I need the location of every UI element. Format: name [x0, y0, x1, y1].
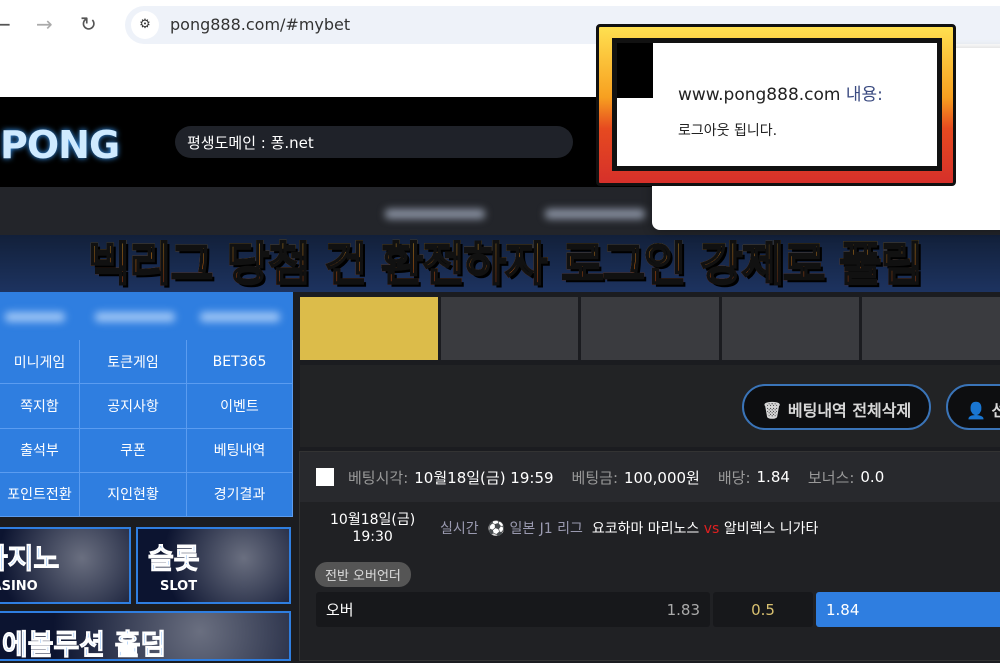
casino-banner[interactable]: 카지노 CASINO: [0, 527, 131, 604]
bet-tools: 🗑 베팅내역 전체삭제 👤 선: [300, 365, 1000, 447]
menu-item[interactable]: 쿠폰: [80, 429, 187, 473]
bet-time: 10월18일(금) 19:59: [414, 467, 553, 488]
holdem-banner[interactable]: 에볼루션 홀덤: [0, 611, 291, 661]
bet-card: 베팅시각: 10월18일(금) 19:59 베팅금: 100,000원 배당: 1.8…: [299, 451, 1000, 661]
match-time: 19:30: [330, 529, 415, 546]
menu-item[interactable]: 쪽지함: [0, 384, 80, 428]
banner-subtitle: SLOT: [160, 579, 197, 594]
menu-item[interactable]: 출석부: [0, 429, 80, 473]
selection: 오버: [326, 599, 354, 620]
nav-item[interactable]: [545, 209, 645, 219]
side-menu: 미니게임 토큰게임 BET365 쪽지함 공지사항 이벤트 출석부 쿠폰 베팅내…: [0, 340, 293, 517]
bet-amount: 100,000원: [624, 467, 700, 488]
nav-item[interactable]: [385, 209, 485, 219]
menu-item[interactable]: 이벤트: [187, 384, 293, 428]
menu-item[interactable]: 포인트전환: [0, 473, 80, 517]
match-date: 10월18일(금): [330, 512, 415, 529]
live-label: 실시간: [440, 521, 479, 537]
support-button[interactable]: 👤 선: [946, 384, 1000, 430]
menu-item[interactable]: BET365: [187, 340, 293, 384]
menu-item[interactable]: 베팅내역: [187, 429, 293, 473]
select-checkbox[interactable]: [316, 468, 334, 486]
tab[interactable]: [581, 297, 719, 360]
bet-tabs: [300, 297, 1000, 360]
button-label: 선: [992, 401, 1000, 420]
logo[interactable]: PONG: [0, 123, 119, 167]
home-odds: 1.83: [667, 601, 700, 619]
soccer-ball-icon: ⚽: [488, 521, 505, 537]
alert-origin: www.pong888.com: [678, 85, 840, 105]
side-tabs: [0, 292, 293, 340]
home-odds-cell: 오버 1.83: [316, 592, 710, 627]
market-badge: 전반 오버언더: [315, 562, 411, 587]
side-tab[interactable]: [5, 312, 65, 322]
side-tab[interactable]: [95, 312, 175, 322]
menu-item[interactable]: 공지사항: [80, 384, 187, 428]
label: 보너스:: [808, 467, 854, 488]
button-label: 베팅내역 전체삭제: [788, 401, 911, 420]
domain-notice: 평생도메인 : 퐁.net: [175, 126, 573, 158]
reload-icon[interactable]: ↻: [80, 12, 97, 36]
tab-active[interactable]: [300, 297, 438, 360]
menu-item[interactable]: 토큰게임: [80, 340, 187, 384]
alert-message: 로그아웃 됩니다.: [678, 120, 777, 140]
label: 베팅시각:: [348, 467, 408, 488]
trash-icon: 🗑: [762, 401, 782, 420]
alert-title: www.pong888.com 내용:: [678, 80, 883, 105]
away-odds-cell-selected: 1.84: [816, 592, 1000, 627]
menu-item[interactable]: 지인현황: [80, 473, 187, 517]
away-team: 알비렉스 니가타: [724, 521, 819, 537]
match-info: 실시간 ⚽ 일본 J1 리그 요코하마 마리노스 vs 알비렉스 니가타: [440, 518, 818, 538]
tab[interactable]: [441, 297, 579, 360]
back-arrow-icon[interactable]: ←: [0, 12, 11, 36]
slot-banner[interactable]: 슬롯 SLOT: [136, 527, 291, 604]
menu-item[interactable]: 미니게임: [0, 340, 80, 384]
banner-title: 슬롯: [148, 537, 200, 577]
vs-label: vs: [704, 521, 720, 537]
bet-card-header: 베팅시각: 10월18일(금) 19:59 베팅금: 100,000원 배당: 1.8…: [300, 452, 1000, 502]
banner-subtitle: CASINO: [0, 579, 38, 594]
banner-title: 에볼루션 홀덤: [2, 623, 166, 663]
menu-item[interactable]: 경기결과: [187, 473, 293, 517]
league: 일본 J1 리그: [509, 521, 582, 537]
match-datetime: 10월18일(금)19:30: [330, 512, 415, 546]
line-cell: 0.5: [713, 592, 813, 627]
bet-bonus: 0.0: [860, 468, 884, 486]
label: 베팅금:: [572, 467, 618, 488]
agent-icon: 👤: [966, 401, 986, 420]
label: 배당:: [718, 467, 751, 488]
home-team: 요코하마 마리노스: [592, 521, 700, 537]
forward-arrow-icon[interactable]: →: [36, 12, 53, 36]
side-tab[interactable]: [200, 312, 280, 322]
tab[interactable]: [862, 297, 1000, 360]
delete-all-bets-button[interactable]: 🗑 베팅내역 전체삭제: [742, 384, 931, 430]
alert-suffix: 내용:: [846, 85, 883, 105]
tab[interactable]: [722, 297, 860, 360]
site-settings-icon[interactable]: ⚙: [131, 11, 159, 39]
banner-title: 카지노: [0, 537, 59, 577]
headline-caption: 빅리그 당첨 건 환전하자 로그인 강제로 풀림: [0, 228, 1000, 294]
url-text: pong888.com/#mybet: [170, 15, 350, 34]
bet-odds: 1.84: [757, 468, 790, 486]
